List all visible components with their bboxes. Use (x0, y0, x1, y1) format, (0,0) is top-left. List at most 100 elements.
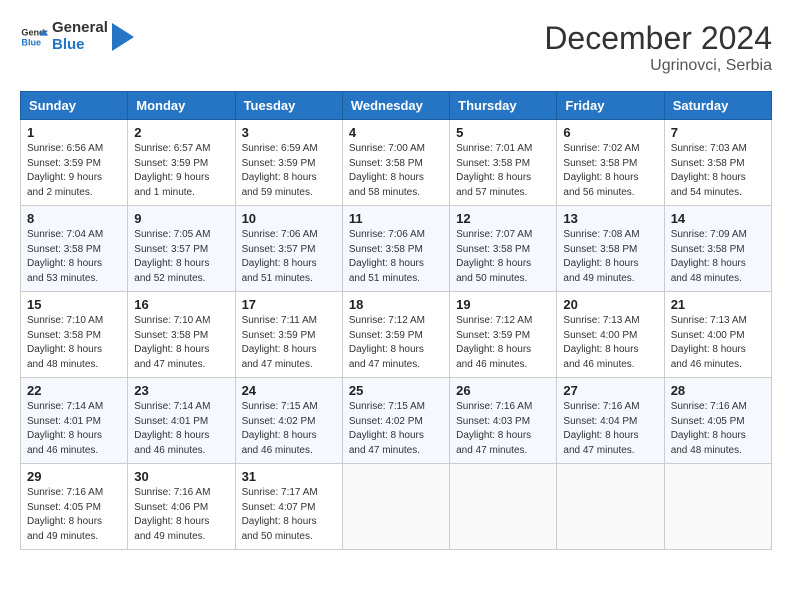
day-number: 17 (242, 297, 336, 312)
day-info: Sunrise: 7:10 AMSunset: 3:58 PMDaylight:… (27, 314, 121, 372)
calendar-day-3: 3 Sunrise: 6:59 AMSunset: 3:59 PMDayligh… (235, 120, 342, 206)
day-info: Sunrise: 6:56 AMSunset: 3:59 PMDaylight:… (27, 142, 121, 200)
day-number: 4 (349, 125, 443, 140)
day-number: 31 (242, 469, 336, 484)
day-info: Sunrise: 7:06 AMSunset: 3:58 PMDaylight:… (349, 228, 443, 286)
calendar-day-29: 29 Sunrise: 7:16 AMSunset: 4:05 PMDaylig… (21, 464, 128, 550)
day-number: 18 (349, 297, 443, 312)
day-number: 19 (456, 297, 550, 312)
day-number: 26 (456, 383, 550, 398)
day-number: 27 (563, 383, 657, 398)
day-number: 10 (242, 211, 336, 226)
calendar-day-16: 16 Sunrise: 7:10 AMSunset: 3:58 PMDaylig… (128, 292, 235, 378)
day-info: Sunrise: 7:17 AMSunset: 4:07 PMDaylight:… (242, 486, 336, 544)
day-info: Sunrise: 7:15 AMSunset: 4:02 PMDaylight:… (242, 400, 336, 458)
day-info: Sunrise: 7:14 AMSunset: 4:01 PMDaylight:… (134, 400, 228, 458)
day-number: 14 (671, 211, 765, 226)
day-number: 23 (134, 383, 228, 398)
day-info: Sunrise: 7:13 AMSunset: 4:00 PMDaylight:… (671, 314, 765, 372)
svg-text:Blue: Blue (21, 37, 41, 47)
day-number: 1 (27, 125, 121, 140)
logo-blue: Blue (52, 37, 108, 54)
day-info: Sunrise: 7:16 AMSunset: 4:05 PMDaylight:… (671, 400, 765, 458)
day-info: Sunrise: 7:11 AMSunset: 3:59 PMDaylight:… (242, 314, 336, 372)
header-monday: Monday (128, 92, 235, 120)
calendar-week-row: 22 Sunrise: 7:14 AMSunset: 4:01 PMDaylig… (21, 378, 772, 464)
calendar-day-14: 14 Sunrise: 7:09 AMSunset: 3:58 PMDaylig… (664, 206, 771, 292)
calendar-week-row: 8 Sunrise: 7:04 AMSunset: 3:58 PMDayligh… (21, 206, 772, 292)
calendar-day-28: 28 Sunrise: 7:16 AMSunset: 4:05 PMDaylig… (664, 378, 771, 464)
calendar-day-5: 5 Sunrise: 7:01 AMSunset: 3:58 PMDayligh… (450, 120, 557, 206)
day-info: Sunrise: 7:09 AMSunset: 3:58 PMDaylight:… (671, 228, 765, 286)
calendar-day-20: 20 Sunrise: 7:13 AMSunset: 4:00 PMDaylig… (557, 292, 664, 378)
header-wednesday: Wednesday (342, 92, 449, 120)
day-info: Sunrise: 7:04 AMSunset: 3:58 PMDaylight:… (27, 228, 121, 286)
day-info: Sunrise: 7:16 AMSunset: 4:06 PMDaylight:… (134, 486, 228, 544)
calendar-empty-cell (664, 464, 771, 550)
calendar-empty-cell (342, 464, 449, 550)
day-number: 3 (242, 125, 336, 140)
calendar-day-11: 11 Sunrise: 7:06 AMSunset: 3:58 PMDaylig… (342, 206, 449, 292)
day-info: Sunrise: 7:13 AMSunset: 4:00 PMDaylight:… (563, 314, 657, 372)
day-number: 30 (134, 469, 228, 484)
day-number: 16 (134, 297, 228, 312)
day-number: 21 (671, 297, 765, 312)
day-info: Sunrise: 7:14 AMSunset: 4:01 PMDaylight:… (27, 400, 121, 458)
day-number: 6 (563, 125, 657, 140)
header-friday: Friday (557, 92, 664, 120)
calendar-day-6: 6 Sunrise: 7:02 AMSunset: 3:58 PMDayligh… (557, 120, 664, 206)
day-info: Sunrise: 7:08 AMSunset: 3:58 PMDaylight:… (563, 228, 657, 286)
calendar-day-31: 31 Sunrise: 7:17 AMSunset: 4:07 PMDaylig… (235, 464, 342, 550)
calendar-day-26: 26 Sunrise: 7:16 AMSunset: 4:03 PMDaylig… (450, 378, 557, 464)
day-number: 5 (456, 125, 550, 140)
calendar-day-19: 19 Sunrise: 7:12 AMSunset: 3:59 PMDaylig… (450, 292, 557, 378)
day-info: Sunrise: 6:59 AMSunset: 3:59 PMDaylight:… (242, 142, 336, 200)
calendar-day-4: 4 Sunrise: 7:00 AMSunset: 3:58 PMDayligh… (342, 120, 449, 206)
day-info: Sunrise: 6:57 AMSunset: 3:59 PMDaylight:… (134, 142, 228, 200)
calendar-day-25: 25 Sunrise: 7:15 AMSunset: 4:02 PMDaylig… (342, 378, 449, 464)
calendar-day-9: 9 Sunrise: 7:05 AMSunset: 3:57 PMDayligh… (128, 206, 235, 292)
day-number: 9 (134, 211, 228, 226)
calendar-day-23: 23 Sunrise: 7:14 AMSunset: 4:01 PMDaylig… (128, 378, 235, 464)
weekday-header-row: Sunday Monday Tuesday Wednesday Thursday… (21, 92, 772, 120)
day-info: Sunrise: 7:06 AMSunset: 3:57 PMDaylight:… (242, 228, 336, 286)
day-number: 28 (671, 383, 765, 398)
logo: General Blue General Blue (20, 20, 134, 53)
day-info: Sunrise: 7:05 AMSunset: 3:57 PMDaylight:… (134, 228, 228, 286)
day-number: 20 (563, 297, 657, 312)
day-info: Sunrise: 7:00 AMSunset: 3:58 PMDaylight:… (349, 142, 443, 200)
header-thursday: Thursday (450, 92, 557, 120)
calendar-day-12: 12 Sunrise: 7:07 AMSunset: 3:58 PMDaylig… (450, 206, 557, 292)
header-saturday: Saturday (664, 92, 771, 120)
calendar-day-21: 21 Sunrise: 7:13 AMSunset: 4:00 PMDaylig… (664, 292, 771, 378)
day-info: Sunrise: 7:16 AMSunset: 4:05 PMDaylight:… (27, 486, 121, 544)
day-number: 29 (27, 469, 121, 484)
day-number: 25 (349, 383, 443, 398)
calendar-table: Sunday Monday Tuesday Wednesday Thursday… (20, 91, 772, 550)
title-block: December 2024 Ugrinovci, Serbia (544, 20, 772, 75)
day-info: Sunrise: 7:01 AMSunset: 3:58 PMDaylight:… (456, 142, 550, 200)
calendar-day-8: 8 Sunrise: 7:04 AMSunset: 3:58 PMDayligh… (21, 206, 128, 292)
logo-icon: General Blue (20, 23, 48, 51)
page-header: General Blue General Blue December 2024 … (20, 20, 772, 75)
header-sunday: Sunday (21, 92, 128, 120)
calendar-day-24: 24 Sunrise: 7:15 AMSunset: 4:02 PMDaylig… (235, 378, 342, 464)
calendar-day-17: 17 Sunrise: 7:11 AMSunset: 3:59 PMDaylig… (235, 292, 342, 378)
calendar-day-30: 30 Sunrise: 7:16 AMSunset: 4:06 PMDaylig… (128, 464, 235, 550)
calendar-day-22: 22 Sunrise: 7:14 AMSunset: 4:01 PMDaylig… (21, 378, 128, 464)
day-number: 22 (27, 383, 121, 398)
calendar-week-row: 1 Sunrise: 6:56 AMSunset: 3:59 PMDayligh… (21, 120, 772, 206)
day-info: Sunrise: 7:15 AMSunset: 4:02 PMDaylight:… (349, 400, 443, 458)
logo-general: General (52, 20, 108, 37)
calendar-day-15: 15 Sunrise: 7:10 AMSunset: 3:58 PMDaylig… (21, 292, 128, 378)
day-number: 24 (242, 383, 336, 398)
page-subtitle: Ugrinovci, Serbia (544, 57, 772, 75)
day-number: 11 (349, 211, 443, 226)
calendar-day-2: 2 Sunrise: 6:57 AMSunset: 3:59 PMDayligh… (128, 120, 235, 206)
day-number: 7 (671, 125, 765, 140)
day-info: Sunrise: 7:07 AMSunset: 3:58 PMDaylight:… (456, 228, 550, 286)
calendar-empty-cell (557, 464, 664, 550)
calendar-week-row: 15 Sunrise: 7:10 AMSunset: 3:58 PMDaylig… (21, 292, 772, 378)
day-info: Sunrise: 7:03 AMSunset: 3:58 PMDaylight:… (671, 142, 765, 200)
day-info: Sunrise: 7:12 AMSunset: 3:59 PMDaylight:… (456, 314, 550, 372)
